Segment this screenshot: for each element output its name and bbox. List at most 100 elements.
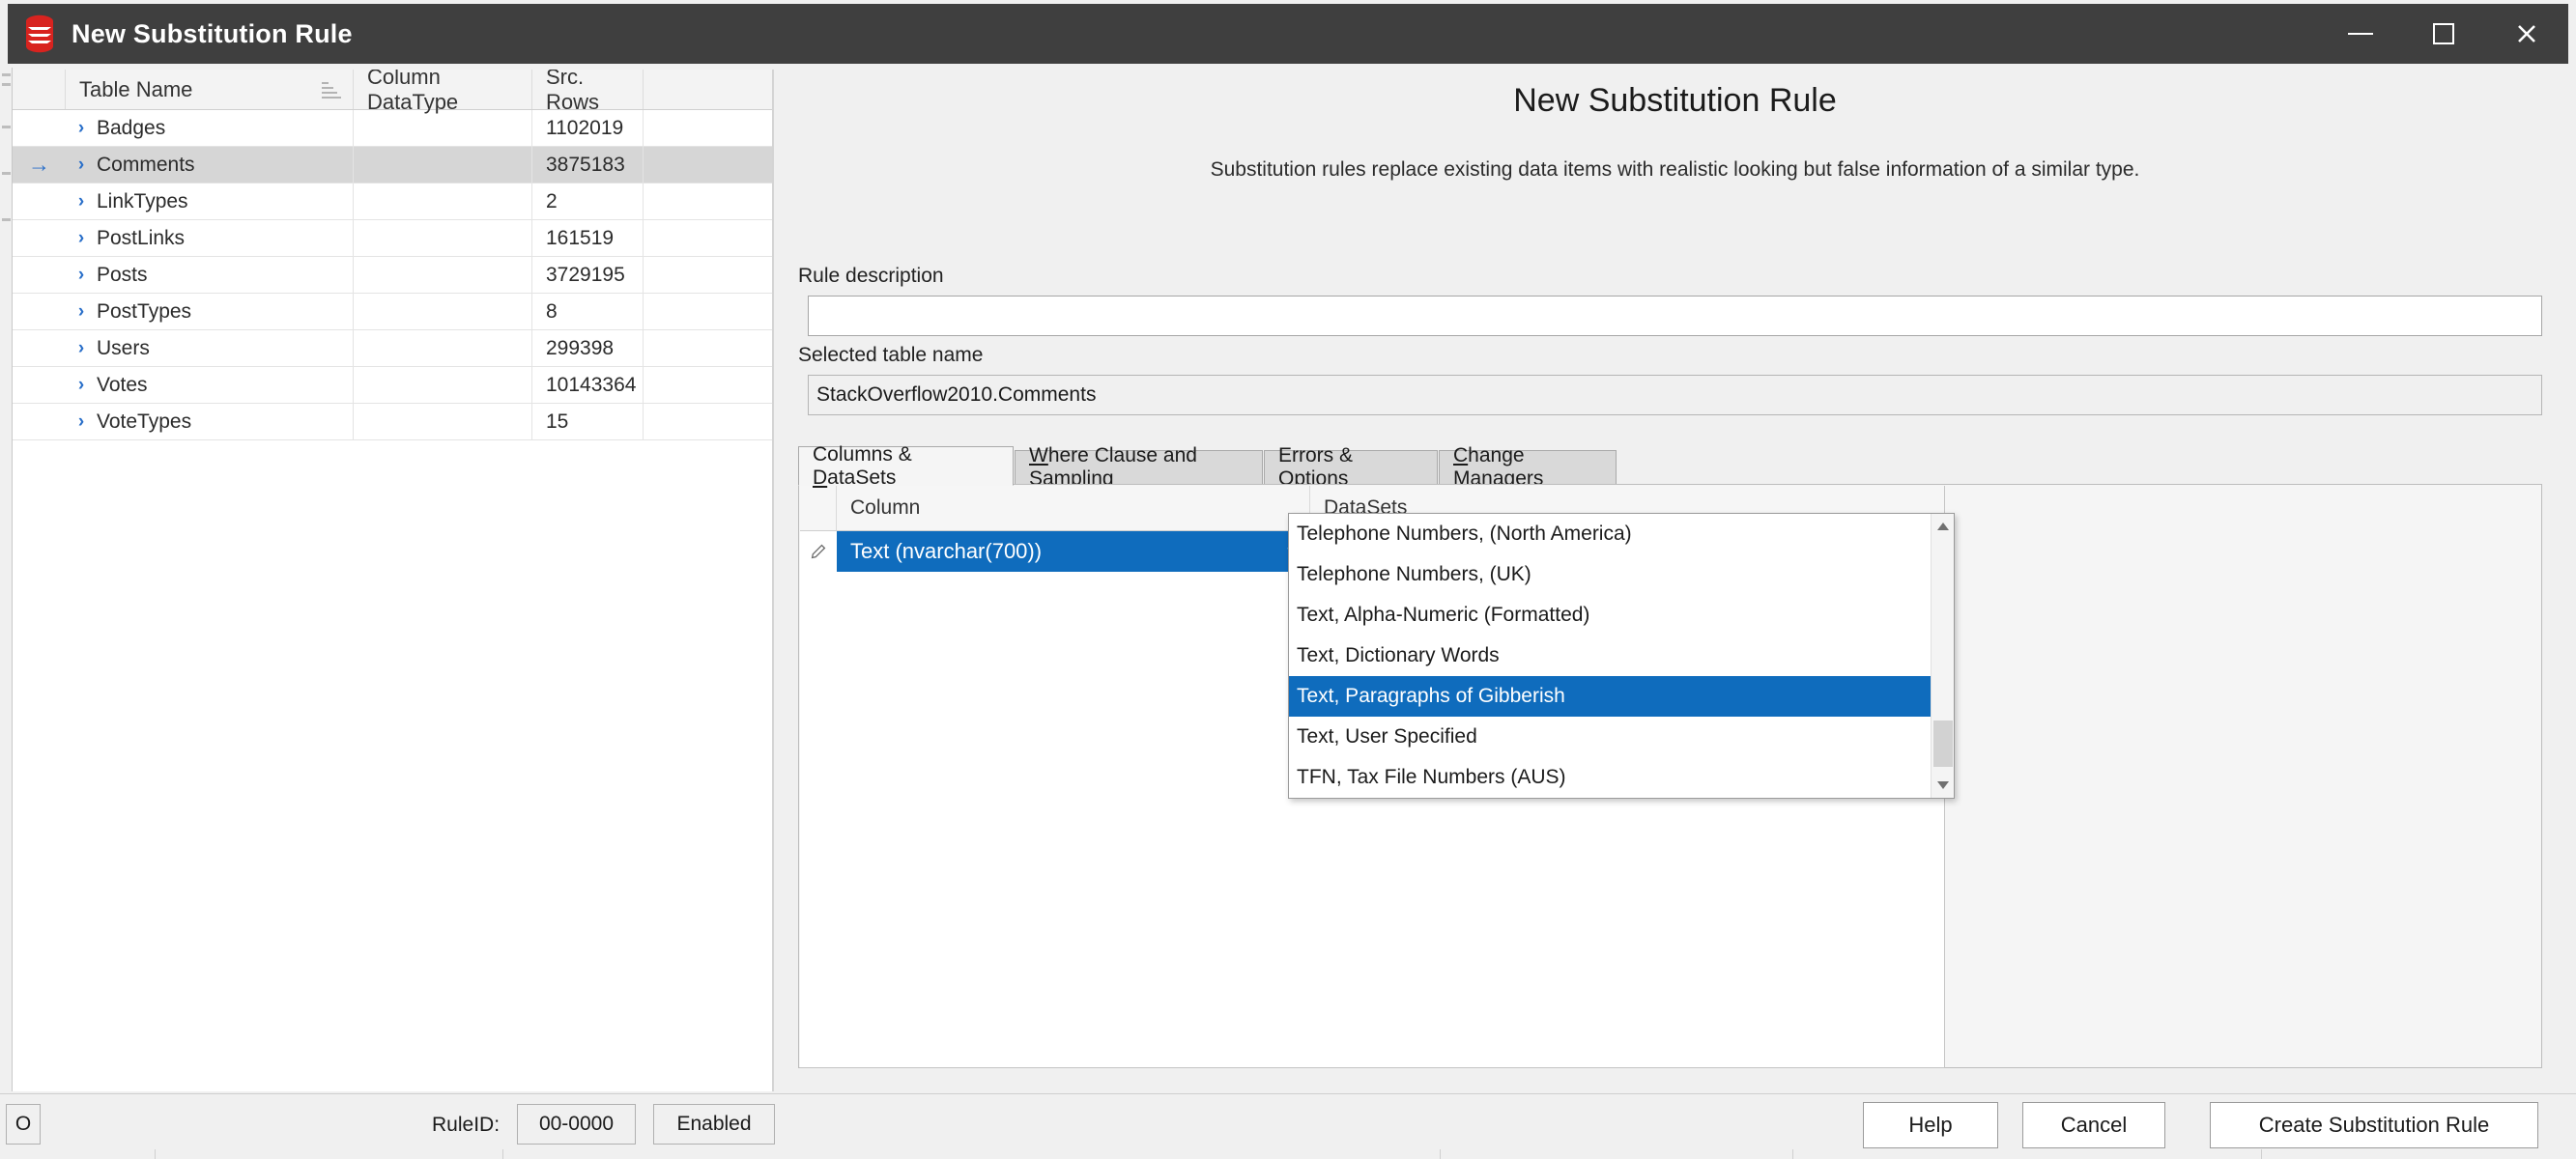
cell-table-name[interactable]: › Votes — [66, 367, 354, 403]
scroll-down-arrow-icon[interactable] — [1932, 773, 1955, 798]
rule-description-input[interactable] — [808, 296, 2542, 336]
chevron-right-icon[interactable]: › — [66, 155, 97, 176]
header-column-datatype-label: Column DataType — [367, 70, 459, 114]
tab-errors-and-options[interactable]: Errors & Options — [1264, 444, 1438, 490]
row-current-marker — [13, 220, 66, 256]
cell-src-rows: 3875183 — [532, 147, 644, 183]
chevron-right-icon[interactable]: › — [66, 411, 97, 433]
header-table-name-label: Table Name — [79, 76, 193, 101]
cell-table-name-text: PostTypes — [97, 299, 192, 323]
cell-src-rows: 3729195 — [532, 257, 644, 293]
cell-src-rows: 2 — [532, 184, 644, 219]
status-left-indicator[interactable]: O — [6, 1104, 41, 1145]
table-row[interactable]: → › Comments 3875183 — [13, 147, 772, 184]
cell-filler — [644, 367, 772, 403]
cell-table-name-text: Badges — [97, 116, 166, 139]
header-src-rows[interactable]: Src. Rows — [532, 70, 644, 114]
cell-src-rows: 8 — [532, 294, 644, 329]
dropdown-option[interactable]: Text, Alpha-Numeric (Formatted) — [1289, 595, 1954, 636]
table-row[interactable]: › Users 299398 — [13, 330, 772, 367]
scrollbar-thumb[interactable] — [1933, 721, 1953, 767]
window-titlebar[interactable]: New Substitution Rule — [8, 4, 2568, 64]
header-table-name[interactable]: Table Name — [66, 70, 354, 109]
footer-strip — [0, 1149, 2576, 1159]
footer-tick — [155, 1149, 156, 1159]
row-indicator-header — [800, 486, 837, 530]
cell-table-name[interactable]: › PostLinks — [66, 220, 354, 256]
dataset-dropdown-popup[interactable]: Telephone Numbers, (North America) Teleph… — [1288, 513, 1955, 799]
dropdown-scrollbar[interactable] — [1931, 514, 1954, 798]
cell-table-name[interactable]: › Users — [66, 330, 354, 366]
tab-columns-and-datasets[interactable]: Columns & DataSets — [798, 443, 1014, 489]
cell-src-rows: 299398 — [532, 330, 644, 366]
table-row[interactable]: › PostTypes 8 — [13, 294, 772, 330]
cell-column-datatype — [354, 220, 532, 256]
chevron-right-icon[interactable]: › — [66, 265, 97, 286]
cell-table-name-text: Votes — [97, 373, 148, 396]
chevron-right-icon[interactable]: › — [66, 118, 97, 139]
cell-table-name[interactable]: › LinkTypes — [66, 184, 354, 219]
rule-id-value[interactable]: 00-0000 — [517, 1104, 636, 1145]
table-row[interactable]: › VoteTypes 15 — [13, 404, 772, 440]
dropdown-option[interactable]: TFN, Tax File Numbers (AUS) — [1289, 757, 1954, 798]
table-row[interactable]: › Votes 10143364 — [13, 367, 772, 404]
tab-change-managers[interactable]: Change Managers — [1439, 444, 1617, 490]
cell-filler — [644, 220, 772, 256]
cell-column-datatype — [354, 257, 532, 293]
table-row[interactable]: › Posts 3729195 — [13, 257, 772, 294]
table-row[interactable]: › PostLinks 161519 — [13, 220, 772, 257]
rule-id-label: RuleID: — [432, 1114, 501, 1136]
sort-indicator-icon[interactable] — [322, 81, 341, 99]
footer-tick — [1792, 1149, 1793, 1159]
table-row[interactable]: › Badges 1102019 — [13, 110, 772, 147]
header-column-datatype[interactable]: Column DataType — [354, 70, 532, 114]
pencil-edit-icon — [800, 531, 837, 572]
row-current-marker — [13, 294, 66, 329]
dataset-dropdown-list[interactable]: Telephone Numbers, (North America) Teleph… — [1289, 514, 1954, 798]
cell-table-name[interactable]: › VoteTypes — [66, 404, 354, 439]
cell-filler — [644, 257, 772, 293]
chevron-right-icon[interactable]: › — [66, 301, 97, 323]
tabstrip: Columns & DataSets Where Clause and Samp… — [798, 443, 2542, 490]
chevron-right-icon[interactable]: › — [66, 191, 97, 212]
dropdown-option[interactable]: Text, User Specified — [1289, 717, 1954, 757]
cell-column-datatype — [354, 294, 532, 329]
cell-table-name[interactable]: › Comments — [66, 147, 354, 183]
cell-column-name[interactable]: Text (nvarchar(700)) — [837, 531, 1310, 572]
dropdown-option[interactable]: Telephone Numbers, (North America) — [1289, 514, 1954, 554]
row-current-marker — [13, 110, 66, 146]
cell-table-name[interactable]: › Posts — [66, 257, 354, 293]
cell-column-datatype — [354, 404, 532, 439]
tab-where-clause-and-sampling[interactable]: Where Clause and Sampling — [1015, 444, 1263, 490]
close-icon[interactable] — [2485, 4, 2568, 64]
help-button[interactable]: Help — [1863, 1102, 1998, 1148]
tables-grid[interactable]: Table Name Column DataType Src. Rows › Ba… — [13, 70, 774, 1091]
database-icon — [23, 14, 56, 53]
header-column-label: Column — [850, 496, 921, 519]
dropdown-option[interactable]: Text, Dictionary Words — [1289, 636, 1954, 676]
cell-table-name-text: PostLinks — [97, 226, 186, 249]
header-column[interactable]: Column — [837, 486, 1310, 530]
row-marker-header — [13, 70, 66, 109]
footer-tick — [502, 1149, 503, 1159]
scroll-up-arrow-icon[interactable] — [1932, 514, 1955, 539]
tables-grid-header: Table Name Column DataType Src. Rows — [13, 70, 772, 114]
table-row[interactable]: › LinkTypes 2 — [13, 184, 772, 220]
cell-table-name-text: VoteTypes — [97, 410, 192, 433]
chevron-right-icon[interactable]: › — [66, 375, 97, 396]
tab-columns-and-datasets-label: Columns & DataSets — [813, 442, 912, 489]
cell-table-name[interactable]: › PostTypes — [66, 294, 354, 329]
create-substitution-rule-button[interactable]: Create Substitution Rule — [2210, 1102, 2538, 1148]
cancel-button[interactable]: Cancel — [2022, 1102, 2165, 1148]
cell-table-name-text: Users — [97, 336, 150, 359]
dropdown-option[interactable]: Text, Paragraphs of Gibberish — [1289, 676, 1954, 717]
cell-filler — [644, 404, 772, 439]
chevron-right-icon[interactable]: › — [66, 228, 97, 249]
dropdown-option[interactable]: Telephone Numbers, (UK) — [1289, 554, 1954, 595]
minimize-icon[interactable] — [2319, 4, 2402, 64]
chevron-right-icon[interactable]: › — [66, 338, 97, 359]
cell-filler — [644, 294, 772, 329]
maximize-icon[interactable] — [2402, 4, 2485, 64]
cell-table-name[interactable]: › Badges — [66, 110, 354, 146]
cell-filler — [644, 147, 772, 183]
